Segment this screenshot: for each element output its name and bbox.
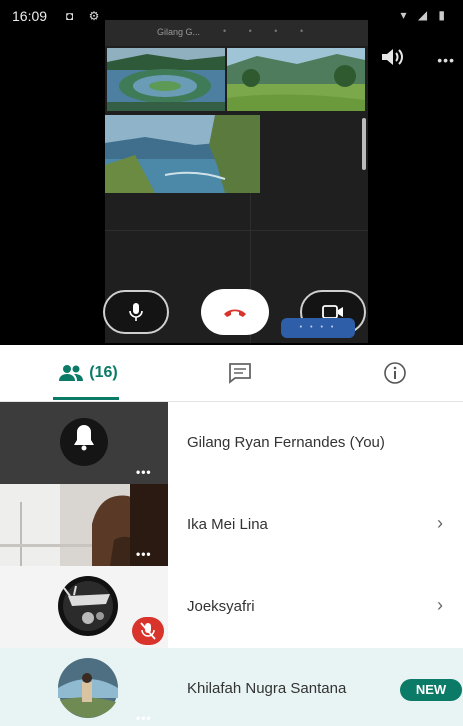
participant-count: (16) xyxy=(89,364,118,381)
status-signal-icons: ▾ ◢ ▮ xyxy=(400,8,449,22)
participant-name: Gilang Ryan Fernandes (You) xyxy=(187,434,385,451)
painting-thumbnail xyxy=(227,48,365,111)
participant-row[interactable]: ••• Gilang Ryan Fernandes (You) xyxy=(0,402,463,484)
status-notification-icons: ◘ ⚙ xyxy=(66,9,106,23)
tab-info[interactable] xyxy=(345,345,445,401)
tab-people[interactable]: (16) xyxy=(35,345,141,401)
end-call-button[interactable] xyxy=(201,289,269,335)
tab-chat[interactable] xyxy=(190,345,290,401)
people-icon xyxy=(59,365,84,381)
call-tabs: (16) xyxy=(0,345,463,402)
participant-list: ••• Gilang Ryan Fernandes (You) ••• Ika … xyxy=(0,402,463,726)
chevron-right-icon[interactable]: › xyxy=(437,595,443,616)
participant-name: Joeksyafri xyxy=(187,598,255,615)
grid-divider xyxy=(105,230,368,231)
painting-thumbnail xyxy=(107,48,225,111)
info-icon xyxy=(384,362,406,384)
participant-row[interactable]: ••• Ika Mei Lina › xyxy=(0,484,463,566)
painting-thumbnail xyxy=(105,115,260,193)
tile-menu-icon[interactable]: ••• xyxy=(136,711,152,725)
tile-menu-icon[interactable]: ••• xyxy=(136,465,152,479)
shared-screen-title: Gilang G... xyxy=(157,27,201,37)
hang-up-icon xyxy=(224,309,246,317)
participant-name: Khilafah Nugra Santana xyxy=(187,680,347,697)
participant-name: Ika Mei Lina xyxy=(187,516,268,533)
chevron-right-icon[interactable]: › xyxy=(437,513,443,534)
active-tab-indicator xyxy=(53,397,119,400)
microphone-off-icon xyxy=(140,622,156,640)
microphone-icon xyxy=(129,303,143,321)
participant-row[interactable]: Joeksyafri › xyxy=(0,566,463,648)
speaker-icon[interactable] xyxy=(379,44,405,70)
status-time: 16:09 xyxy=(12,8,48,24)
shared-screen-toolbar: Gilang G... • • • • xyxy=(105,20,368,46)
call-area: 16:09 ◘ ⚙ ▾ ◢ ▮ ••• Gilang G... • • • • xyxy=(0,0,463,345)
microphone-button[interactable] xyxy=(103,290,169,334)
scrollbar-thumb[interactable] xyxy=(362,118,366,170)
meet-call-screen: 16:09 ◘ ⚙ ▾ ◢ ▮ ••• Gilang G... • • • • xyxy=(0,0,463,726)
screen-share-indicator[interactable]: • • • • xyxy=(281,318,355,338)
participant-row[interactable]: ••• Khilafah Nugra Santana xyxy=(0,648,463,726)
tile-menu-icon[interactable]: ••• xyxy=(136,547,152,561)
participant-tile: ••• xyxy=(0,648,168,726)
shared-screen-toolbar-icons: • • • • xyxy=(223,26,314,36)
muted-badge xyxy=(132,617,164,645)
participant-tile: ••• xyxy=(0,402,168,484)
new-participant-badge: NEW xyxy=(400,679,462,701)
more-options-icon[interactable]: ••• xyxy=(437,52,455,68)
participant-tile: ••• xyxy=(0,484,168,566)
chat-icon xyxy=(229,363,251,384)
